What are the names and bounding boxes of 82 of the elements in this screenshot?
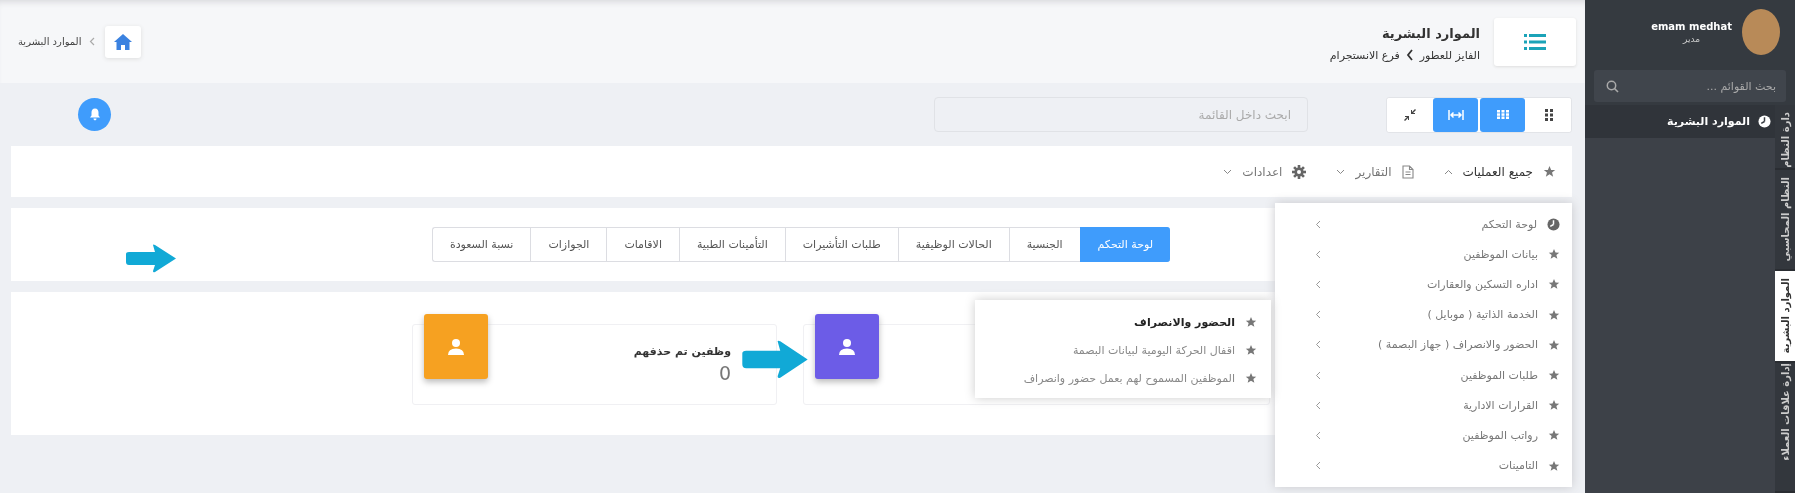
chevron-icon xyxy=(1405,49,1414,61)
home-icon xyxy=(113,32,134,51)
stat-label: وظفين تم حذفهم xyxy=(633,345,731,358)
tab[interactable]: الحالات الوظيفية xyxy=(897,227,1009,262)
star-icon xyxy=(1245,344,1257,356)
menu-item[interactable]: التامينات xyxy=(1498,459,1538,473)
tab[interactable]: طلبات التأشيرات xyxy=(784,227,898,262)
stat-value: 0 xyxy=(718,362,731,384)
expand-icon xyxy=(1447,109,1464,120)
star-icon xyxy=(1548,429,1560,442)
chevron-icon xyxy=(1315,219,1321,229)
chevron-icon xyxy=(1315,279,1321,289)
star-icon xyxy=(1548,308,1560,321)
tab[interactable]: الاقامات xyxy=(606,227,679,262)
star-icon xyxy=(1548,399,1560,412)
pointer-arrow xyxy=(125,244,177,273)
menu-item[interactable]: بيانات الموظفين xyxy=(1463,247,1538,261)
menu-bar-item[interactable]: اعدادات xyxy=(1242,164,1283,179)
bell-icon xyxy=(88,108,101,121)
list-icon xyxy=(1524,32,1546,51)
grid-icon xyxy=(1496,110,1509,119)
chevron-icon xyxy=(1315,461,1321,471)
avatar[interactable] xyxy=(1742,9,1780,55)
star-icon xyxy=(1548,369,1560,382)
star-icon xyxy=(1548,248,1560,261)
breadcrumb-item[interactable]: الموارد البشرية xyxy=(18,36,82,47)
dashboard-icon xyxy=(1758,115,1771,128)
sidebar-search-field[interactable]: بحث القوائم ... xyxy=(1594,70,1786,102)
pointer-arrow xyxy=(741,340,809,379)
star-icon xyxy=(1548,338,1560,351)
chevron-icon xyxy=(1315,340,1321,350)
chevron-icon xyxy=(1315,370,1321,380)
chevron-icon xyxy=(89,37,96,46)
user-role: مدير xyxy=(1681,33,1702,44)
menu-item[interactable]: اداره التسكين والعقارات xyxy=(1426,277,1538,291)
menu-button[interactable] xyxy=(1494,17,1576,66)
search-icon xyxy=(1606,80,1619,93)
menu-item[interactable]: الخدمة الذاتية ( موبايل ) xyxy=(1427,308,1538,322)
star-icon xyxy=(1548,459,1560,472)
user-name: emam medhat xyxy=(1651,20,1732,32)
vertical-tab[interactable]: دارة النظام xyxy=(1775,105,1795,170)
page-title: الموارد البشرية xyxy=(1380,25,1480,41)
chevron-icon xyxy=(1315,310,1321,320)
breadcrumb-item[interactable]: الفايز للعطور xyxy=(1419,48,1480,62)
menu-item[interactable]: لوحة التحكم xyxy=(1481,217,1537,231)
gear-icon xyxy=(1292,164,1307,179)
star-icon xyxy=(1245,372,1257,384)
chevron-icon xyxy=(1315,249,1321,259)
compress-icon xyxy=(1403,108,1416,121)
star-icon xyxy=(1245,316,1257,328)
user-icon xyxy=(838,337,856,356)
home-button[interactable] xyxy=(105,25,142,58)
sidebar-item[interactable]: الموارد البشرية xyxy=(1667,115,1750,128)
menu-item[interactable]: طلبات الموظفين xyxy=(1460,368,1538,382)
menu-bar-item[interactable]: جميع العمليات xyxy=(1462,164,1533,179)
star-icon xyxy=(1548,278,1560,291)
chevron-icon xyxy=(1315,430,1321,440)
notification-button[interactable] xyxy=(78,98,111,131)
tab[interactable]: الجوازات xyxy=(530,227,607,262)
tab[interactable]: التأمينات الطبية xyxy=(678,227,785,262)
menu-item[interactable]: اقفال الحركة اليومية لبيانات البصمة xyxy=(1072,343,1235,357)
dashboard-icon xyxy=(1547,217,1560,231)
view-toggle-button[interactable] xyxy=(1480,97,1525,132)
document-icon xyxy=(1401,164,1414,179)
vertical-tab[interactable]: الموارد البشرية xyxy=(1775,271,1795,363)
menu-item[interactable]: الموظفين المسموح لهم بعمل حضور وانصراف xyxy=(1023,371,1235,385)
tab[interactable]: نسبة السعودة xyxy=(431,227,531,262)
vertical-tab[interactable]: إدارة علاقات العملاء xyxy=(1775,363,1795,493)
user-icon xyxy=(447,337,465,356)
menu-bar-item[interactable]: التقارير xyxy=(1355,164,1392,179)
tab[interactable]: الجنسية xyxy=(1008,227,1080,262)
breadcrumb-item[interactable]: فرع الانستجرام xyxy=(1329,48,1400,62)
vertical-tab[interactable]: النظام المحاسبي xyxy=(1775,170,1795,271)
chevron-icon xyxy=(1315,400,1321,410)
menu-item[interactable]: الحضور والانصراف ( جهاز البصمة ) xyxy=(1378,338,1538,352)
menu-item[interactable]: القرارات الادارية xyxy=(1463,398,1538,412)
menu-item[interactable]: رواتب الموظفين xyxy=(1462,428,1538,442)
search-field[interactable]: ابحث داخل القائمة xyxy=(934,97,1308,132)
menu-item[interactable]: الحضور والانصراف xyxy=(1134,315,1235,329)
view-toggle-button[interactable] xyxy=(1433,97,1478,132)
star-icon xyxy=(1543,165,1556,178)
dots-icon xyxy=(1543,108,1554,121)
